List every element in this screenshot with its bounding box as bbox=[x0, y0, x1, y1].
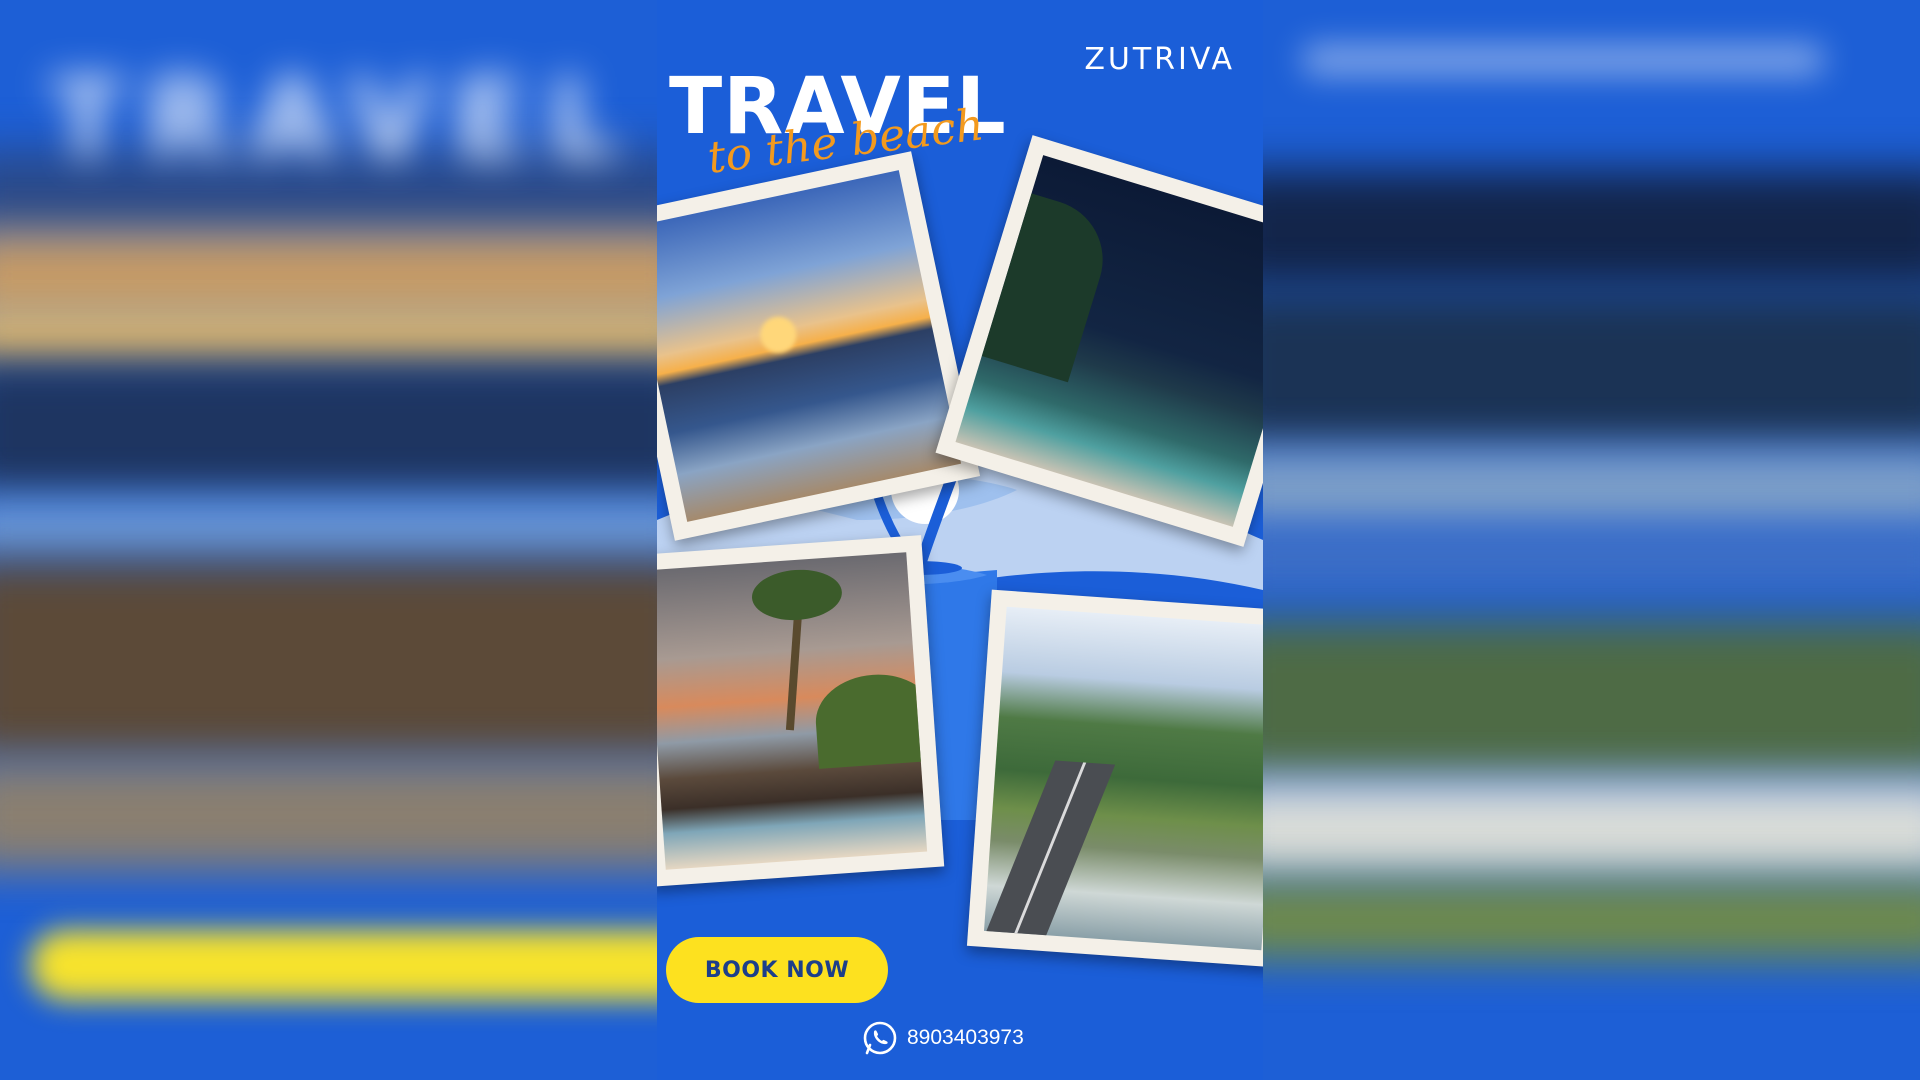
photo-coastal-road bbox=[966, 589, 1263, 968]
photo-palm-rocks bbox=[657, 535, 945, 887]
blurred-button bbox=[30, 930, 657, 1000]
blurred-title: TRAVEL bbox=[50, 55, 638, 183]
blurred-backdrop-right bbox=[1263, 0, 1920, 1080]
phone-number[interactable]: 8903403973 bbox=[907, 1026, 1024, 1050]
blurred-backdrop-left: TRAVEL bbox=[0, 0, 657, 1080]
brand-logo: ZUTRIVA bbox=[1084, 42, 1235, 77]
book-now-button[interactable]: BOOK NOW bbox=[666, 937, 888, 1003]
whatsapp-icon[interactable] bbox=[861, 1019, 899, 1057]
contact-row: 8903403973 bbox=[861, 1020, 1024, 1056]
travel-poster: ZUTRIVA TRAVEL to the beach BOOK NOW 890… bbox=[657, 0, 1263, 1080]
